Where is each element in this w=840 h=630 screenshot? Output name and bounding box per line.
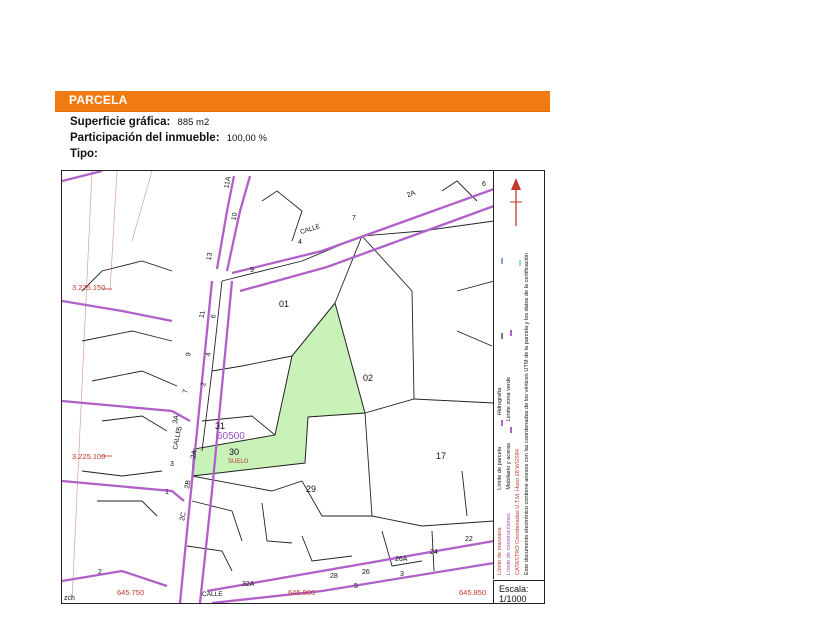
parcel-number-30: 30 [229,447,240,457]
map-drawing [62,171,494,603]
section-title: PARCELA [69,93,128,107]
surface-value: 885 m2 [177,117,210,128]
legend-note: Este documento electrónico contiene anex… [524,252,530,575]
highlighted-parcel [191,301,366,477]
type-row: Tipo: [70,148,102,160]
legend-item: Límite de manzana [497,527,503,575]
legend-item: Límite de construcciones [506,513,512,575]
house-number: 11 [198,310,207,319]
participation-label: Participación del inmueble: [70,132,220,144]
legend-item: Límite de parcela [497,446,503,490]
scale-box: Escala: 1/1000 [493,580,544,604]
house-number: 4 [298,239,302,246]
grid-ticks [102,288,112,457]
coord-x-2: 645.800 [288,588,316,597]
scale-value: 1/1000 [499,594,527,604]
surface-row: Superficie gráfica: 885 m2 [70,116,209,128]
coord-y-1: 3.225.150 [72,283,106,292]
parcel-number-17: 17 [436,451,447,461]
type-label: Tipo: [70,148,98,160]
participation-row: Participación del inmueble: 100,00 % [70,132,267,144]
section-header-bar: PARCELA [55,91,550,112]
legend-item: Hidrografía [497,387,503,416]
coord-y-2: 3.225.100 [72,452,106,461]
coord-x-3: 645.850 [459,588,487,597]
house-number: 2 [98,569,102,576]
house-number: 5 [354,583,358,590]
scale-label: Escala: [499,584,529,594]
legend-item: Mobiliario y aceras [506,442,512,490]
parcel-number-01: 01 [279,299,290,309]
coord-x-1: 645.750 [117,588,145,597]
legend-coord-note: CATASTRO Coordenadas U.T.M. Huso 28 WGS8… [515,448,521,575]
house-number: 1 [165,489,169,496]
house-number: 2A [190,449,199,460]
street-label-bottom: CALLE [202,591,223,598]
background-lines [71,171,153,602]
house-number: 28 [330,573,338,580]
house-number: 32A [242,581,255,588]
house-number: 6 [482,181,486,188]
house-number: 10 [230,212,240,221]
house-number: 3 [170,461,174,468]
house-number: 3 [400,571,404,578]
house-number: 7 [352,215,356,222]
block-number: 60500 [217,431,245,442]
parcel-number-02: 02 [363,373,374,383]
corner-label: zch [64,595,75,602]
legend-panel: Límite de manzana Límite de parcela Hidr… [493,170,544,579]
cadastral-map: 01 02 17 29 30 31 60500 SUELO 3.225.150 … [61,170,545,604]
house-number: 9 [250,267,254,274]
surface-label: Superficie gráfica: [70,116,171,128]
participation-value: 100,00 % [226,133,267,144]
legend-text: Límite de manzana Límite de parcela Hidr… [496,175,532,575]
house-number: 13 [205,252,215,261]
house-number: 2B [184,479,193,490]
house-number: 24 [430,549,438,556]
parcel-number-31: 31 [215,421,226,431]
house-number: 3A [172,414,181,425]
legend-item: Límite zona verde [506,376,512,422]
suelo-label: SUELO [228,459,249,465]
house-number: 26 [362,569,370,576]
parcel-number-29: 29 [306,484,317,494]
house-number: 26A [395,556,408,563]
house-number: 22 [465,536,473,543]
block-limits [62,171,494,603]
